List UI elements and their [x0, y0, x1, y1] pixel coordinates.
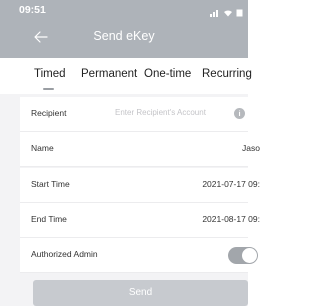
tab-permanent[interactable]: Permanent: [81, 68, 137, 80]
page-title: Send eKey: [93, 29, 155, 43]
start-time-label: Start Time: [31, 179, 70, 189]
start-time-value[interactable]: 2021-07-17 09:: [202, 179, 260, 189]
cellular-signal-icon: [210, 4, 220, 22]
name-label: Name: [31, 143, 54, 153]
tab-one-time[interactable]: One-time: [144, 68, 191, 80]
name-row[interactable]: Name Jaso: [20, 132, 260, 167]
end-time-row[interactable]: End Time 2021-08-17 09:: [20, 203, 260, 238]
authorized-admin-row: Authorized Admin: [20, 238, 258, 273]
recipient-label: Recipient: [31, 108, 67, 118]
status-time: 09:51: [19, 4, 46, 16]
battery-icon: [236, 4, 243, 22]
toggle-knob: [242, 248, 257, 263]
end-time-label: End Time: [31, 214, 67, 224]
authorized-admin-label: Authorized Admin: [31, 249, 98, 259]
tab-recurring[interactable]: Recurring: [202, 68, 252, 80]
send-button[interactable]: Send: [33, 280, 248, 306]
status-icons: [210, 4, 243, 22]
header-bar: 09:51 Send eKey: [0, 0, 248, 58]
info-icon[interactable]: i: [234, 108, 245, 119]
start-time-row[interactable]: Start Time 2021-07-17 09:: [20, 168, 260, 203]
authorized-admin-toggle[interactable]: [228, 247, 258, 264]
tab-timed[interactable]: Timed: [34, 68, 66, 80]
recipient-row[interactable]: Recipient Enter Recipient's Account i: [20, 97, 248, 132]
selected-tab-indicator: [43, 88, 54, 90]
ekey-type-tabs: Timed Permanent One-time Recurring: [0, 58, 252, 94]
wifi-icon: [223, 4, 233, 22]
send-ekey-screen: 09:51 Send eKey Timed Permanent One-time…: [0, 0, 260, 306]
end-time-value[interactable]: 2021-08-17 09:: [202, 214, 260, 224]
recipient-input[interactable]: Enter Recipient's Account: [115, 108, 206, 117]
name-value[interactable]: Jaso: [242, 143, 260, 153]
